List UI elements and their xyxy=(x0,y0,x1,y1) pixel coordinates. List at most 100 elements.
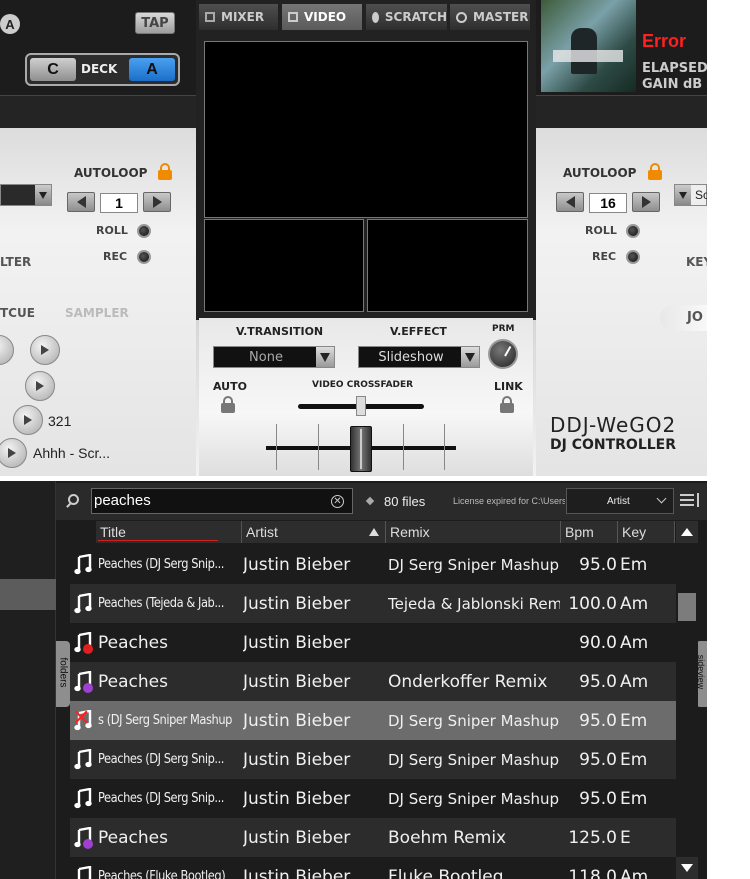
table-row[interactable]: Peaches (DJ Serg Snip... Justin Bieber DJ … xyxy=(70,779,676,818)
deck-c-button[interactable]: C xyxy=(30,58,76,81)
table-row[interactable]: Peaches (Tejeda & Jab... Justin Bieber Tej… xyxy=(70,584,676,623)
sort-select[interactable]: Artist xyxy=(566,488,674,514)
pad-button-3[interactable] xyxy=(25,371,55,401)
cell-bpm: 95.0 xyxy=(579,671,617,692)
autoloop-decrease-left[interactable] xyxy=(67,192,95,212)
error-text: Error xyxy=(642,31,687,51)
left-deck-band xyxy=(0,95,196,128)
roll-led-right[interactable] xyxy=(626,224,640,238)
deck-switch[interactable]: C DECK A xyxy=(25,53,180,86)
list-scrollbar-thumb[interactable] xyxy=(678,593,696,621)
tab-mixer-label: MIXER xyxy=(221,10,265,24)
prm-label: PRM xyxy=(492,324,515,334)
right-dropdown[interactable]: Sc xyxy=(674,184,709,206)
rec-led-right[interactable] xyxy=(626,250,640,264)
music-note-icon xyxy=(74,670,93,693)
pad-button-4[interactable] xyxy=(13,405,43,435)
table-row[interactable]: Peaches Justin Bieber Boehm Remix 125.0 E xyxy=(70,818,676,857)
table-row[interactable]: ✕ s (DJ Serg Sniper Mashup Justin Bieber DJ… xyxy=(70,701,676,740)
table-row[interactable]: Peaches Justin Bieber Onderkoffer Remix 95.… xyxy=(70,662,676,701)
clear-search-icon[interactable]: ✕ xyxy=(331,495,344,508)
missing-file-icon: ✕ xyxy=(72,706,92,731)
cell-title: Peaches xyxy=(98,632,168,653)
deck-a-button[interactable]: A xyxy=(129,58,175,81)
music-note-icon xyxy=(74,553,92,575)
search-input[interactable]: peaches ✕ xyxy=(91,488,353,514)
sort-select-value: Artist xyxy=(607,496,630,507)
cell-remix: DJ Serg Sniper Mashup xyxy=(388,789,560,808)
arrow-right-icon xyxy=(152,196,162,208)
list-scroll-down[interactable] xyxy=(676,857,698,879)
table-row[interactable]: Peaches (DJ Serg Snip... Justin Bieber DJ … xyxy=(70,740,676,779)
video-deck-right-preview xyxy=(367,219,528,312)
fader-tick-2 xyxy=(318,424,319,470)
cell-bpm: 95.0 xyxy=(579,710,617,731)
music-note-icon xyxy=(74,748,92,770)
deck-switch-label: DECK xyxy=(81,62,118,76)
lock-icon-link[interactable] xyxy=(500,396,514,413)
cell-artist: Justin Bieber xyxy=(243,788,351,809)
tree-selected-item[interactable] xyxy=(0,579,56,610)
elapsed-label: ELAPSED xyxy=(642,61,708,76)
rec-led-left[interactable] xyxy=(137,250,151,264)
cell-bpm: 100.0 xyxy=(568,593,617,614)
roll-led-left[interactable] xyxy=(137,224,151,238)
right-deck-band xyxy=(536,95,707,128)
cell-artist: Justin Bieber xyxy=(243,671,351,692)
table-row[interactable]: Peaches (DJ Serg Snip... Justin Bieber DJ … xyxy=(70,545,676,584)
red-cross-icon: ✕ xyxy=(72,706,91,731)
tab-scratch[interactable]: SCRATCH xyxy=(366,4,447,30)
lock-icon-right[interactable] xyxy=(648,163,662,180)
autoloop-increase-right[interactable] xyxy=(632,192,660,212)
tab-mixer[interactable]: MIXER xyxy=(199,4,278,30)
column-title-label: Title xyxy=(100,524,126,540)
cell-key: Em xyxy=(620,710,648,731)
cell-remix: Fluke Bootleg xyxy=(388,866,504,879)
table-row[interactable]: Peaches Justin Bieber 90.0 Am xyxy=(70,623,676,662)
view-options-button[interactable] xyxy=(678,491,702,511)
lock-icon-auto[interactable] xyxy=(221,396,235,413)
folders-tab[interactable]: folders xyxy=(56,641,70,707)
cell-artist: Justin Bieber xyxy=(243,632,351,653)
cell-bpm: 118.0 xyxy=(568,866,617,879)
v-transition-select[interactable]: None xyxy=(213,346,335,368)
pad-button-2[interactable] xyxy=(30,335,60,365)
crossfader-label: VIDEO CROSSFADER xyxy=(312,380,414,390)
cell-bpm: 90.0 xyxy=(579,632,617,653)
tab-master[interactable]: MASTER xyxy=(450,4,530,30)
table-row[interactable]: Peaches (Fluke Bootleg) Justin Bieber Fluk… xyxy=(70,857,676,879)
autoloop-decrease-right[interactable] xyxy=(556,192,584,212)
cell-key: Em xyxy=(620,554,648,575)
browser-scrollbar[interactable] xyxy=(707,481,750,879)
prm-knob[interactable] xyxy=(488,339,518,369)
v-effect-select[interactable]: Slideshow xyxy=(358,346,480,368)
lock-icon-left[interactable] xyxy=(158,163,172,180)
tab-video[interactable]: VIDEO xyxy=(282,4,362,30)
video-deck-left-preview xyxy=(204,219,364,312)
tap-button[interactable]: TAP xyxy=(135,12,175,34)
deck-badge: A xyxy=(0,14,20,34)
audio-crossfader-handle[interactable] xyxy=(350,426,372,472)
file-count: 80 files xyxy=(384,494,426,509)
autoloop-increase-left[interactable] xyxy=(143,192,171,212)
column-header-artist[interactable]: Artist xyxy=(242,521,386,543)
scrollbar-right-top[interactable] xyxy=(707,0,750,481)
column-header-remix[interactable]: Remix xyxy=(386,521,561,543)
cell-key: Am xyxy=(620,632,649,653)
globe-icon xyxy=(83,644,93,654)
left-dropdown[interactable] xyxy=(0,184,52,206)
list-scroll-up[interactable] xyxy=(676,521,698,543)
column-bpm-label: Bpm xyxy=(565,524,594,540)
autoloop-label-left: AUTOLOOP xyxy=(74,166,148,180)
cell-title: Peaches (Fluke Bootleg) xyxy=(98,869,226,879)
chevron-down-icon xyxy=(316,347,334,367)
list-scrollbar-track[interactable] xyxy=(676,543,698,879)
chevron-down-icon xyxy=(656,493,667,504)
column-header-key[interactable]: Key xyxy=(618,521,675,543)
rec-label-right: REC xyxy=(592,250,617,263)
column-header-bpm[interactable]: Bpm xyxy=(561,521,618,543)
sort-ascending-icon xyxy=(369,528,379,536)
chevron-down-icon xyxy=(461,347,479,367)
column-artist-label: Artist xyxy=(246,524,278,540)
video-crossfader-handle[interactable] xyxy=(356,396,366,416)
